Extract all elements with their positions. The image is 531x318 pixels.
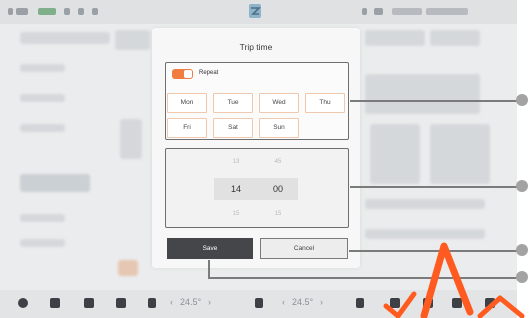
minute-selected[interactable]: 00 bbox=[263, 184, 293, 194]
watermark-arrow-logo bbox=[383, 242, 525, 318]
status-date-text bbox=[426, 8, 468, 15]
battery-icon bbox=[92, 8, 98, 15]
day-button-fri[interactable]: Fri bbox=[167, 118, 207, 138]
mute-icon bbox=[374, 8, 383, 15]
home-icon[interactable] bbox=[18, 298, 28, 308]
repeat-toggle[interactable] bbox=[172, 69, 193, 79]
car-icon[interactable] bbox=[50, 298, 60, 308]
minute-above[interactable]: 45 bbox=[263, 159, 293, 165]
temp-left-increase[interactable]: › bbox=[208, 297, 211, 307]
day-button-sat[interactable]: Sat bbox=[213, 118, 253, 138]
cancel-button[interactable]: Cancel bbox=[260, 238, 348, 259]
toggle-knob bbox=[184, 70, 192, 78]
seat-heat-icon[interactable] bbox=[356, 298, 364, 308]
media-icon[interactable] bbox=[84, 298, 94, 308]
temp-left-value: 24.5° bbox=[180, 297, 202, 307]
temp-right-increase[interactable]: › bbox=[320, 297, 323, 307]
status-bar bbox=[0, 0, 517, 24]
trip-time-dialog: Trip time Repeat Mon Tue Wed Thu Fri Sat… bbox=[152, 28, 360, 268]
seat-icon[interactable] bbox=[116, 298, 126, 308]
day-button-thu[interactable]: Thu bbox=[305, 93, 345, 113]
temp-right-decrease[interactable]: ‹ bbox=[282, 297, 285, 307]
dialog-title: Trip time bbox=[239, 42, 273, 52]
day-button-sun[interactable]: Sun bbox=[259, 118, 299, 138]
callout-line-1 bbox=[350, 100, 522, 102]
save-button[interactable]: Save bbox=[167, 238, 253, 259]
repeat-label: Repeat bbox=[199, 70, 219, 76]
network-icon bbox=[38, 8, 56, 15]
day-button-mon[interactable]: Mon bbox=[167, 93, 207, 113]
temp-right-value: 24.5° bbox=[292, 297, 314, 307]
day-button-wed[interactable]: Wed bbox=[259, 93, 299, 113]
repeat-section: Repeat Mon Tue Wed Thu Fri Sat Sun bbox=[165, 62, 349, 140]
status-time-text bbox=[392, 8, 422, 15]
alert-icon bbox=[362, 8, 367, 15]
signal-icon bbox=[8, 8, 13, 15]
day-button-tue[interactable]: Tue bbox=[213, 93, 253, 113]
minute-below[interactable]: 15 bbox=[263, 211, 293, 217]
bluetooth-icon bbox=[78, 8, 84, 15]
hour-selected[interactable]: 14 bbox=[221, 184, 251, 194]
callout-line-2 bbox=[350, 186, 522, 188]
fan-icon[interactable] bbox=[255, 298, 263, 308]
callout-line-4-vertical bbox=[208, 260, 210, 278]
hour-above[interactable]: 13 bbox=[221, 159, 251, 165]
callout-marker-2 bbox=[516, 180, 528, 192]
temp-left-decrease[interactable]: ‹ bbox=[170, 297, 173, 307]
callout-marker-1 bbox=[516, 94, 528, 106]
phone-icon[interactable] bbox=[148, 298, 156, 308]
wifi-icon bbox=[64, 8, 70, 15]
hour-below[interactable]: 15 bbox=[221, 211, 251, 217]
time-picker[interactable]: 13 14 15 45 00 15 bbox=[165, 148, 349, 228]
status-text-icon bbox=[16, 8, 28, 15]
app-logo-icon bbox=[249, 4, 261, 18]
